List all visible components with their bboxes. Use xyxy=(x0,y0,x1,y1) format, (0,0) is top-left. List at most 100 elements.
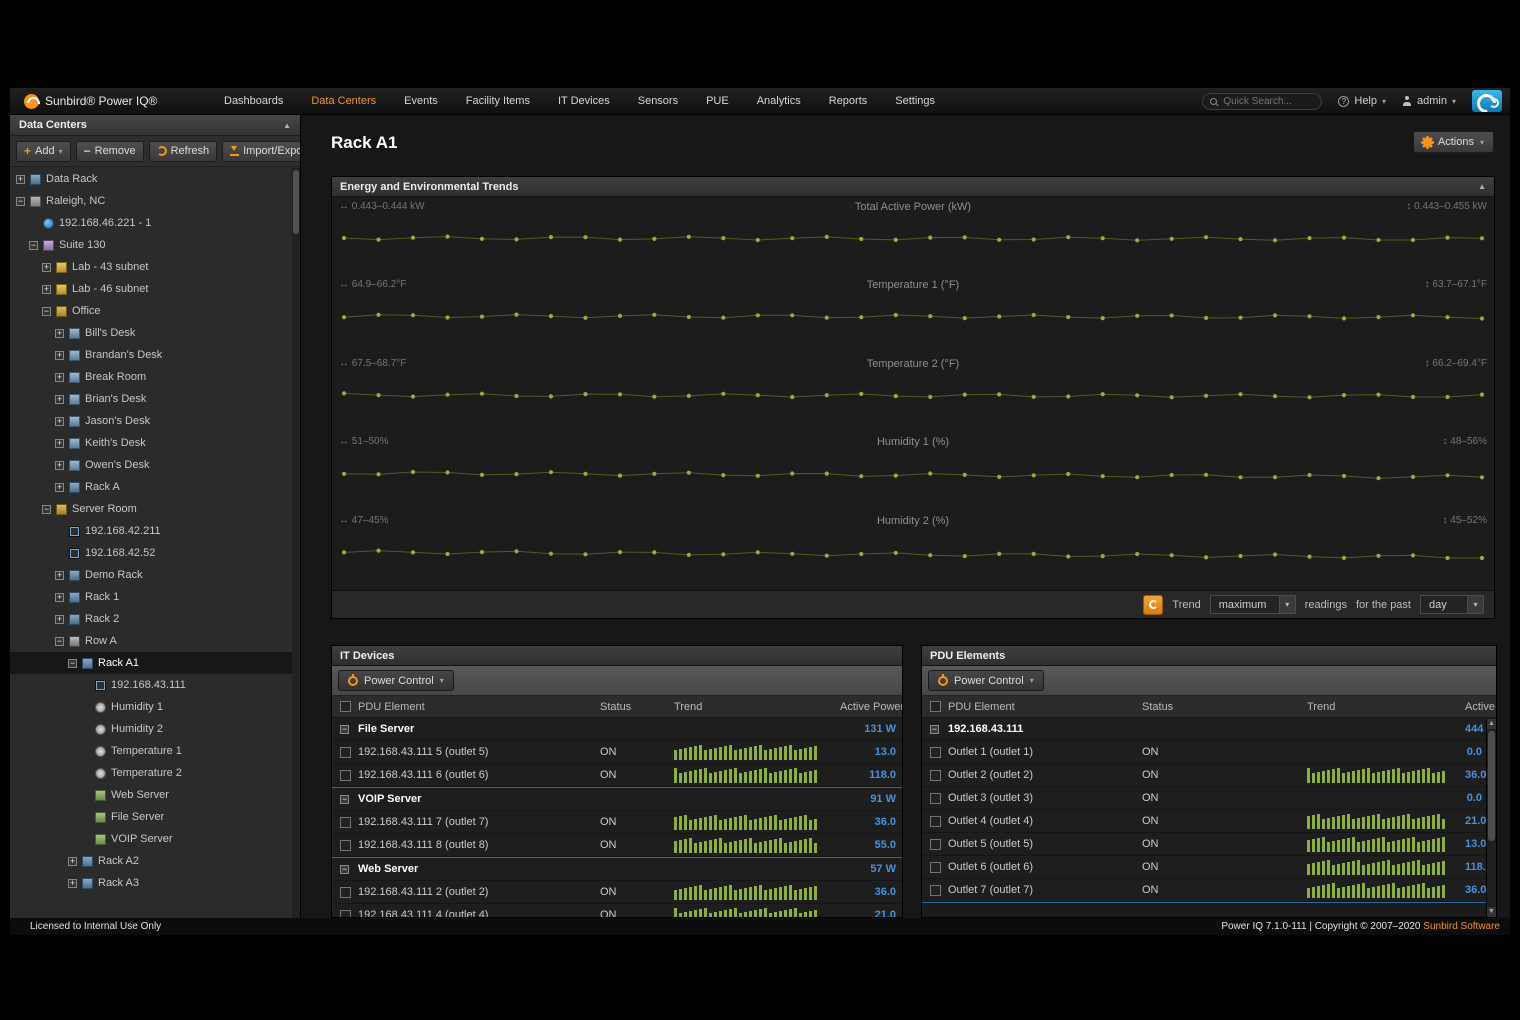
tree-item-192-168-43-111[interactable]: 192.168.43.111 xyxy=(10,674,292,696)
sidebar-button-add[interactable]: Add▾ xyxy=(16,141,71,162)
row-checkbox[interactable] xyxy=(340,817,351,828)
table-row[interactable]: Outlet 1 (outlet 1)ON0.0 xyxy=(922,741,1496,764)
help-menu[interactable]: ? Help ▾ xyxy=(1338,95,1386,107)
tree-item-rack-a1[interactable]: −Rack A1 xyxy=(10,652,292,674)
expand-toggle-icon[interactable]: + xyxy=(68,857,77,866)
nav-item-facility-items[interactable]: Facility Items xyxy=(466,95,530,107)
table-row[interactable]: 192.168.43.111 2 (outlet 2)ON36.0 xyxy=(332,881,902,904)
collapse-toggle-icon[interactable]: − xyxy=(340,725,349,734)
collapse-toggle-icon[interactable]: − xyxy=(29,241,38,250)
nav-item-it-devices[interactable]: IT Devices xyxy=(558,95,610,107)
collapse-toggle-icon[interactable]: − xyxy=(340,795,349,804)
expand-toggle-icon[interactable]: + xyxy=(55,593,64,602)
tree-item-temperature-2[interactable]: Temperature 2 xyxy=(10,762,292,784)
expand-toggle-icon[interactable]: + xyxy=(42,285,51,294)
tree-item-data-rack[interactable]: +Data Rack xyxy=(10,168,292,190)
tree-item-web-server[interactable]: Web Server xyxy=(10,784,292,806)
expand-toggle-icon[interactable]: + xyxy=(55,483,64,492)
search-input[interactable] xyxy=(1221,95,1311,108)
expand-toggle-icon[interactable]: + xyxy=(55,461,64,470)
nav-item-pue[interactable]: PUE xyxy=(706,95,729,107)
sidebar-button-refresh[interactable]: Refresh xyxy=(149,141,218,162)
table-row[interactable]: Outlet 4 (outlet 4)ON21.0 xyxy=(922,810,1496,833)
tree-item-brandan-s-desk[interactable]: +Brandan's Desk xyxy=(10,344,292,366)
expand-toggle-icon[interactable]: + xyxy=(55,615,64,624)
row-checkbox[interactable] xyxy=(340,770,351,781)
row-checkbox[interactable] xyxy=(930,770,941,781)
group-header-row[interactable]: −VOIP Server91 W xyxy=(332,788,902,811)
expand-toggle-icon[interactable]: + xyxy=(55,417,64,426)
pdu-scrollbar[interactable]: ▲ ▼ xyxy=(1486,719,1496,917)
brand-link[interactable]: Sunbird Software xyxy=(1423,921,1500,932)
tree-item-break-room[interactable]: +Break Room xyxy=(10,366,292,388)
scrollbar-thumb[interactable] xyxy=(293,170,299,234)
tree-item-rack-a2[interactable]: +Rack A2 xyxy=(10,850,292,872)
trend-type-select[interactable]: maximum ▾ xyxy=(1210,595,1296,614)
sidebar-scrollbar[interactable] xyxy=(292,168,300,918)
nav-item-settings[interactable]: Settings xyxy=(895,95,935,107)
row-checkbox[interactable] xyxy=(930,885,941,896)
select-all-checkbox[interactable] xyxy=(340,701,351,712)
tree-item-keith-s-desk[interactable]: +Keith's Desk xyxy=(10,432,292,454)
scrollbar-thumb[interactable] xyxy=(1488,731,1495,841)
collapse-toggle-icon[interactable]: − xyxy=(42,505,51,514)
refresh-button[interactable] xyxy=(1143,595,1163,615)
row-checkbox[interactable] xyxy=(930,839,941,850)
sidebar-button-remove[interactable]: Remove xyxy=(76,141,144,162)
tree-item-row-a[interactable]: −Row A xyxy=(10,630,292,652)
tree-item-owen-s-desk[interactable]: +Owen's Desk xyxy=(10,454,292,476)
row-checkbox[interactable] xyxy=(930,747,941,758)
tree-item-lab-43-subnet[interactable]: +Lab - 43 subnet xyxy=(10,256,292,278)
row-checkbox[interactable] xyxy=(340,887,351,898)
tree-item-rack-a3[interactable]: +Rack A3 xyxy=(10,872,292,894)
tree-item-suite-130[interactable]: −Suite 130 xyxy=(10,234,292,256)
tree-item-voip-server[interactable]: VOIP Server xyxy=(10,828,292,850)
tree-item-humidity-1[interactable]: Humidity 1 xyxy=(10,696,292,718)
expand-toggle-icon[interactable]: + xyxy=(55,395,64,404)
user-menu[interactable]: admin ▾ xyxy=(1402,95,1456,107)
collapse-panel-icon[interactable]: ▲ xyxy=(1478,182,1486,191)
tree-item-bill-s-desk[interactable]: +Bill's Desk xyxy=(10,322,292,344)
tree-item-jason-s-desk[interactable]: +Jason's Desk xyxy=(10,410,292,432)
tree-item-server-room[interactable]: −Server Room xyxy=(10,498,292,520)
table-row[interactable]: 192.168.43.111 8 (outlet 8)ON55.0 xyxy=(332,834,902,857)
tree-item-office[interactable]: −Office xyxy=(10,300,292,322)
table-row[interactable]: Outlet 7 (outlet 7)ON36.0 xyxy=(922,879,1496,902)
tree-item-file-server[interactable]: File Server xyxy=(10,806,292,828)
table-row[interactable]: 192.168.43.111 5 (outlet 5)ON13.0 xyxy=(332,741,902,764)
expand-toggle-icon[interactable]: + xyxy=(16,175,25,184)
group-header-row[interactable]: −192.168.43.111444 W xyxy=(922,718,1496,741)
table-row[interactable]: 192.168.43.111 6 (outlet 6)ON118.0 xyxy=(332,764,902,787)
scroll-down-icon[interactable]: ▼ xyxy=(1487,907,1496,917)
nav-item-reports[interactable]: Reports xyxy=(829,95,868,107)
group-header-row[interactable]: −Web Server57 W xyxy=(332,858,902,881)
table-row[interactable]: Outlet 5 (outlet 5)ON13.0 xyxy=(922,833,1496,856)
table-row[interactable]: Outlet 3 (outlet 3)ON0.0 xyxy=(922,787,1496,810)
group-header-row[interactable]: −File Server131 W xyxy=(332,718,902,741)
actions-button[interactable]: Actions ▾ xyxy=(1413,131,1494,153)
tree-item-192-168-42-52[interactable]: 192.168.42.52 xyxy=(10,542,292,564)
tree-item-raleigh-nc[interactable]: −Raleigh, NC xyxy=(10,190,292,212)
expand-toggle-icon[interactable]: + xyxy=(42,263,51,272)
nav-item-dashboards[interactable]: Dashboards xyxy=(224,95,283,107)
expand-toggle-icon[interactable]: + xyxy=(55,329,64,338)
power-control-button[interactable]: Power Control ▾ xyxy=(928,670,1044,691)
expand-toggle-icon[interactable]: + xyxy=(55,439,64,448)
tree-item-rack-a[interactable]: +Rack A xyxy=(10,476,292,498)
table-row[interactable]: 192.168.43.111 7 (outlet 7)ON36.0 xyxy=(332,811,902,834)
collapse-panel-icon[interactable]: ▲ xyxy=(283,121,291,130)
collapse-toggle-icon[interactable]: − xyxy=(55,637,64,646)
tree-item-humidity-2[interactable]: Humidity 2 xyxy=(10,718,292,740)
row-checkbox[interactable] xyxy=(930,816,941,827)
collapse-toggle-icon[interactable]: − xyxy=(68,659,77,668)
nav-item-events[interactable]: Events xyxy=(404,95,438,107)
expand-toggle-icon[interactable]: + xyxy=(55,373,64,382)
quick-search-box[interactable] xyxy=(1202,93,1322,110)
collapse-toggle-icon[interactable]: − xyxy=(340,865,349,874)
select-all-checkbox[interactable] xyxy=(930,701,941,712)
tree-item-192-168-42-211[interactable]: 192.168.42.211 xyxy=(10,520,292,542)
row-checkbox[interactable] xyxy=(340,747,351,758)
collapse-toggle-icon[interactable]: − xyxy=(930,725,939,734)
row-checkbox[interactable] xyxy=(930,862,941,873)
tree-item-rack-2[interactable]: +Rack 2 xyxy=(10,608,292,630)
